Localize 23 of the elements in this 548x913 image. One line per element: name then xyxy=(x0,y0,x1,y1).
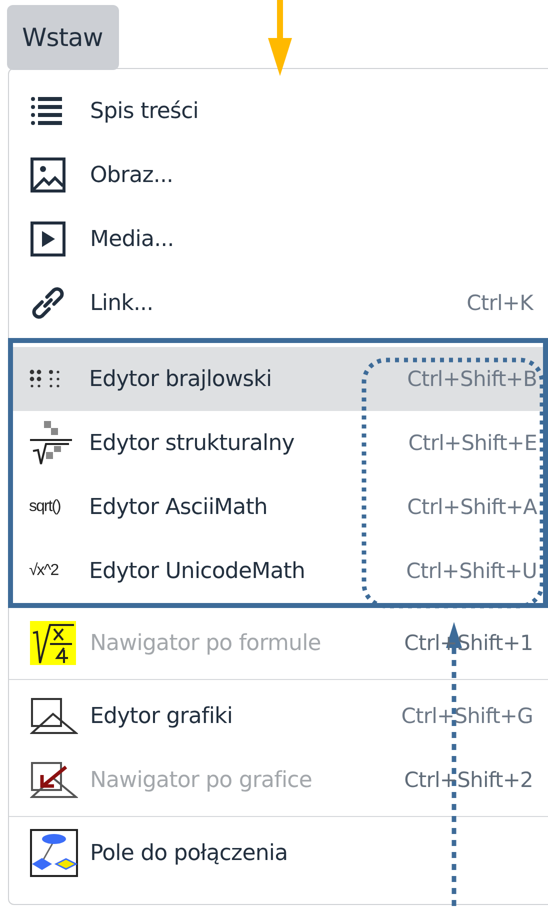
insert-menu-button[interactable]: Wstaw xyxy=(7,5,119,70)
link-icon xyxy=(30,285,66,321)
menu-item[interactable]: sqrt() Edytor AsciiMath Ctrl+Shift+A xyxy=(13,475,543,539)
menu-item[interactable]: √x^2 Edytor UnicodeMath Ctrl+Shift+U xyxy=(13,539,543,603)
shapes-arrow-icon xyxy=(30,761,78,799)
fraction-icon xyxy=(29,420,73,466)
shapes-icon xyxy=(30,697,78,735)
menu-item[interactable]: Edytor strukturalny Ctrl+Shift+E xyxy=(13,411,543,475)
menu-item[interactable]: Spis treści xyxy=(9,79,548,143)
menu-item[interactable]: Obraz... xyxy=(9,143,548,207)
menu-item[interactable]: Media... xyxy=(9,207,548,271)
braille-icon xyxy=(29,369,61,389)
play-icon xyxy=(30,221,66,257)
image-icon xyxy=(30,157,66,193)
menu-item[interactable]: Edytor grafiki Ctrl+Shift+G xyxy=(9,684,548,748)
menu-item[interactable]: Pole do połączenia xyxy=(9,821,548,885)
menu-item[interactable]: Edytor brajlowski Ctrl+Shift+B xyxy=(13,347,543,411)
math-icon: sqrt() xyxy=(29,498,60,516)
list-icon xyxy=(30,96,64,126)
formula-icon xyxy=(30,621,76,665)
math-icon: √x^2 xyxy=(29,562,58,580)
flowchart-icon xyxy=(30,829,78,877)
menu-item[interactable]: Link... Ctrl+K xyxy=(9,271,548,335)
